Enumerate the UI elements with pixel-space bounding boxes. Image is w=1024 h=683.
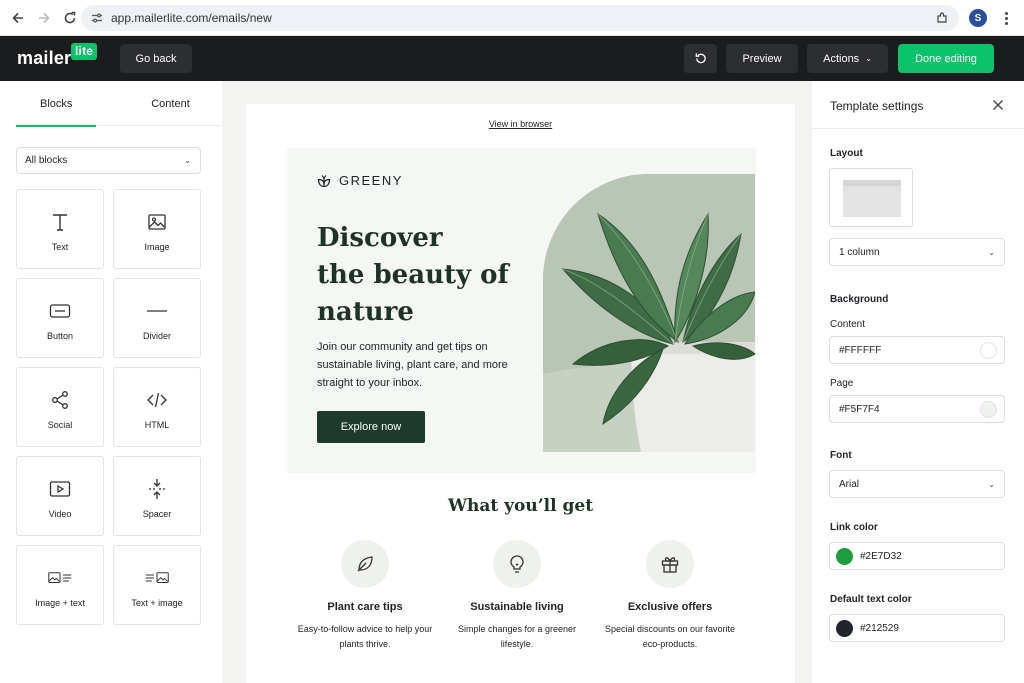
lightbulb-icon [493, 540, 541, 588]
page-label: Page [830, 378, 854, 389]
content-color-swatch[interactable] [980, 342, 997, 359]
block-spacer[interactable]: Spacer [113, 456, 201, 536]
hero-title: Discover the beauty of nature [317, 223, 509, 327]
explore-now-button[interactable]: Explore now [317, 411, 425, 443]
image-text-icon [48, 566, 72, 590]
font-label: Font [830, 450, 852, 461]
feature-exclusive-offers[interactable]: Exclusive offers Special discounts on ou… [600, 540, 740, 652]
video-icon [48, 477, 72, 501]
reload-icon[interactable] [61, 9, 79, 27]
go-back-button[interactable]: Go back [120, 44, 192, 73]
block-image-text[interactable]: Image + text [16, 545, 104, 625]
undo-icon [695, 53, 706, 64]
layout-label: Layout [830, 148, 863, 159]
block-video[interactable]: Video [16, 456, 104, 536]
preview-button[interactable]: Preview [726, 44, 798, 73]
plant-image[interactable] [543, 174, 755, 452]
font-select[interactable]: Arial ⌄ [829, 470, 1005, 498]
email-canvas[interactable]: View in browser GREENY Discover the beau… [246, 104, 795, 683]
divider [812, 128, 1024, 129]
settings-title: Template settings [830, 99, 924, 113]
block-text[interactable]: Text [16, 189, 104, 269]
chevron-down-icon: ⌄ [988, 479, 995, 489]
code-icon [145, 388, 169, 412]
button-icon [48, 299, 72, 323]
actions-button[interactable]: Actions ⌄ [807, 44, 888, 73]
text-image-icon [145, 566, 169, 590]
done-editing-button[interactable]: Done editing [898, 44, 994, 73]
tab-content[interactable]: Content [119, 81, 222, 126]
text-color-input[interactable]: #212529 [829, 614, 1005, 642]
block-text-image[interactable]: Text + image [113, 545, 201, 625]
layout-select[interactable]: 1 column ⌄ [829, 238, 1005, 266]
block-html[interactable]: HTML [113, 367, 201, 447]
page-color-swatch[interactable] [980, 401, 997, 418]
chevron-down-icon: ⌄ [184, 156, 191, 165]
spacer-icon [145, 477, 169, 501]
features-title: What you’ll get [447, 496, 594, 516]
undo-button[interactable] [684, 44, 717, 73]
brand-logo: GREENY [317, 173, 403, 188]
address-bar[interactable]: app.mailerlite.com/emails/new [81, 5, 959, 31]
panel-tabs: Blocks Content [16, 81, 222, 127]
link-color-input[interactable]: #2E7D32 [829, 542, 1005, 570]
text-color-swatch[interactable] [836, 620, 853, 637]
page-color-input[interactable]: #F5F7F4 [829, 395, 1005, 423]
view-in-browser-link[interactable]: View in browser [246, 119, 795, 129]
hero-body-text: Join our community and get tips on susta… [317, 341, 508, 389]
url-text: app.mailerlite.com/emails/new [111, 11, 272, 25]
blocks-panel: Blocks Content All blocks ⌄ Text Image B… [0, 81, 222, 683]
forward-arrow-icon[interactable] [35, 9, 53, 27]
share-icon [48, 388, 72, 412]
block-button[interactable]: Button [16, 278, 104, 358]
chevron-down-icon: ⌄ [865, 54, 872, 63]
content-color-input[interactable]: #FFFFFF [829, 336, 1005, 364]
browser-toolbar: app.mailerlite.com/emails/new S [0, 0, 1024, 36]
browser-menu-icon[interactable] [1002, 9, 1010, 27]
mailerlite-logo: mailer lite [17, 43, 98, 69]
block-image[interactable]: Image [113, 189, 201, 269]
divider-icon [145, 299, 169, 323]
leaf-icon [341, 540, 389, 588]
site-settings-icon[interactable] [91, 12, 103, 24]
tab-blocks[interactable]: Blocks [16, 81, 119, 127]
text-color-label: Default text color [830, 594, 912, 605]
feature-sustainable-living[interactable]: Sustainable living Simple changes for a … [447, 540, 587, 652]
block-divider[interactable]: Divider [113, 278, 201, 358]
layout-thumbnail[interactable] [829, 168, 913, 227]
background-label: Background [830, 294, 889, 305]
template-settings-panel: Template settings Layout 1 column ⌄ Back… [812, 81, 1024, 683]
extension-icon[interactable] [935, 11, 949, 25]
content-label: Content [830, 319, 866, 330]
chevron-down-icon: ⌄ [988, 247, 995, 257]
image-icon [145, 210, 169, 234]
back-arrow-icon[interactable] [9, 9, 27, 27]
close-icon[interactable] [992, 99, 1004, 111]
app-header: mailer lite Go back Preview Actions ⌄ Don… [0, 36, 1024, 81]
link-color-swatch[interactable] [836, 548, 853, 565]
block-social[interactable]: Social [16, 367, 104, 447]
gift-icon [646, 540, 694, 588]
feature-plant-care[interactable]: Plant care tips Easy-to-follow advice to… [295, 540, 435, 652]
leaf-logo-icon [317, 174, 331, 187]
profile-avatar[interactable]: S [969, 9, 987, 27]
text-icon [48, 210, 72, 234]
hero-section[interactable]: GREENY Discover the beauty of nature Joi… [287, 148, 756, 473]
link-color-label: Link color [830, 522, 878, 533]
blocks-filter-select[interactable]: All blocks ⌄ [16, 147, 201, 174]
